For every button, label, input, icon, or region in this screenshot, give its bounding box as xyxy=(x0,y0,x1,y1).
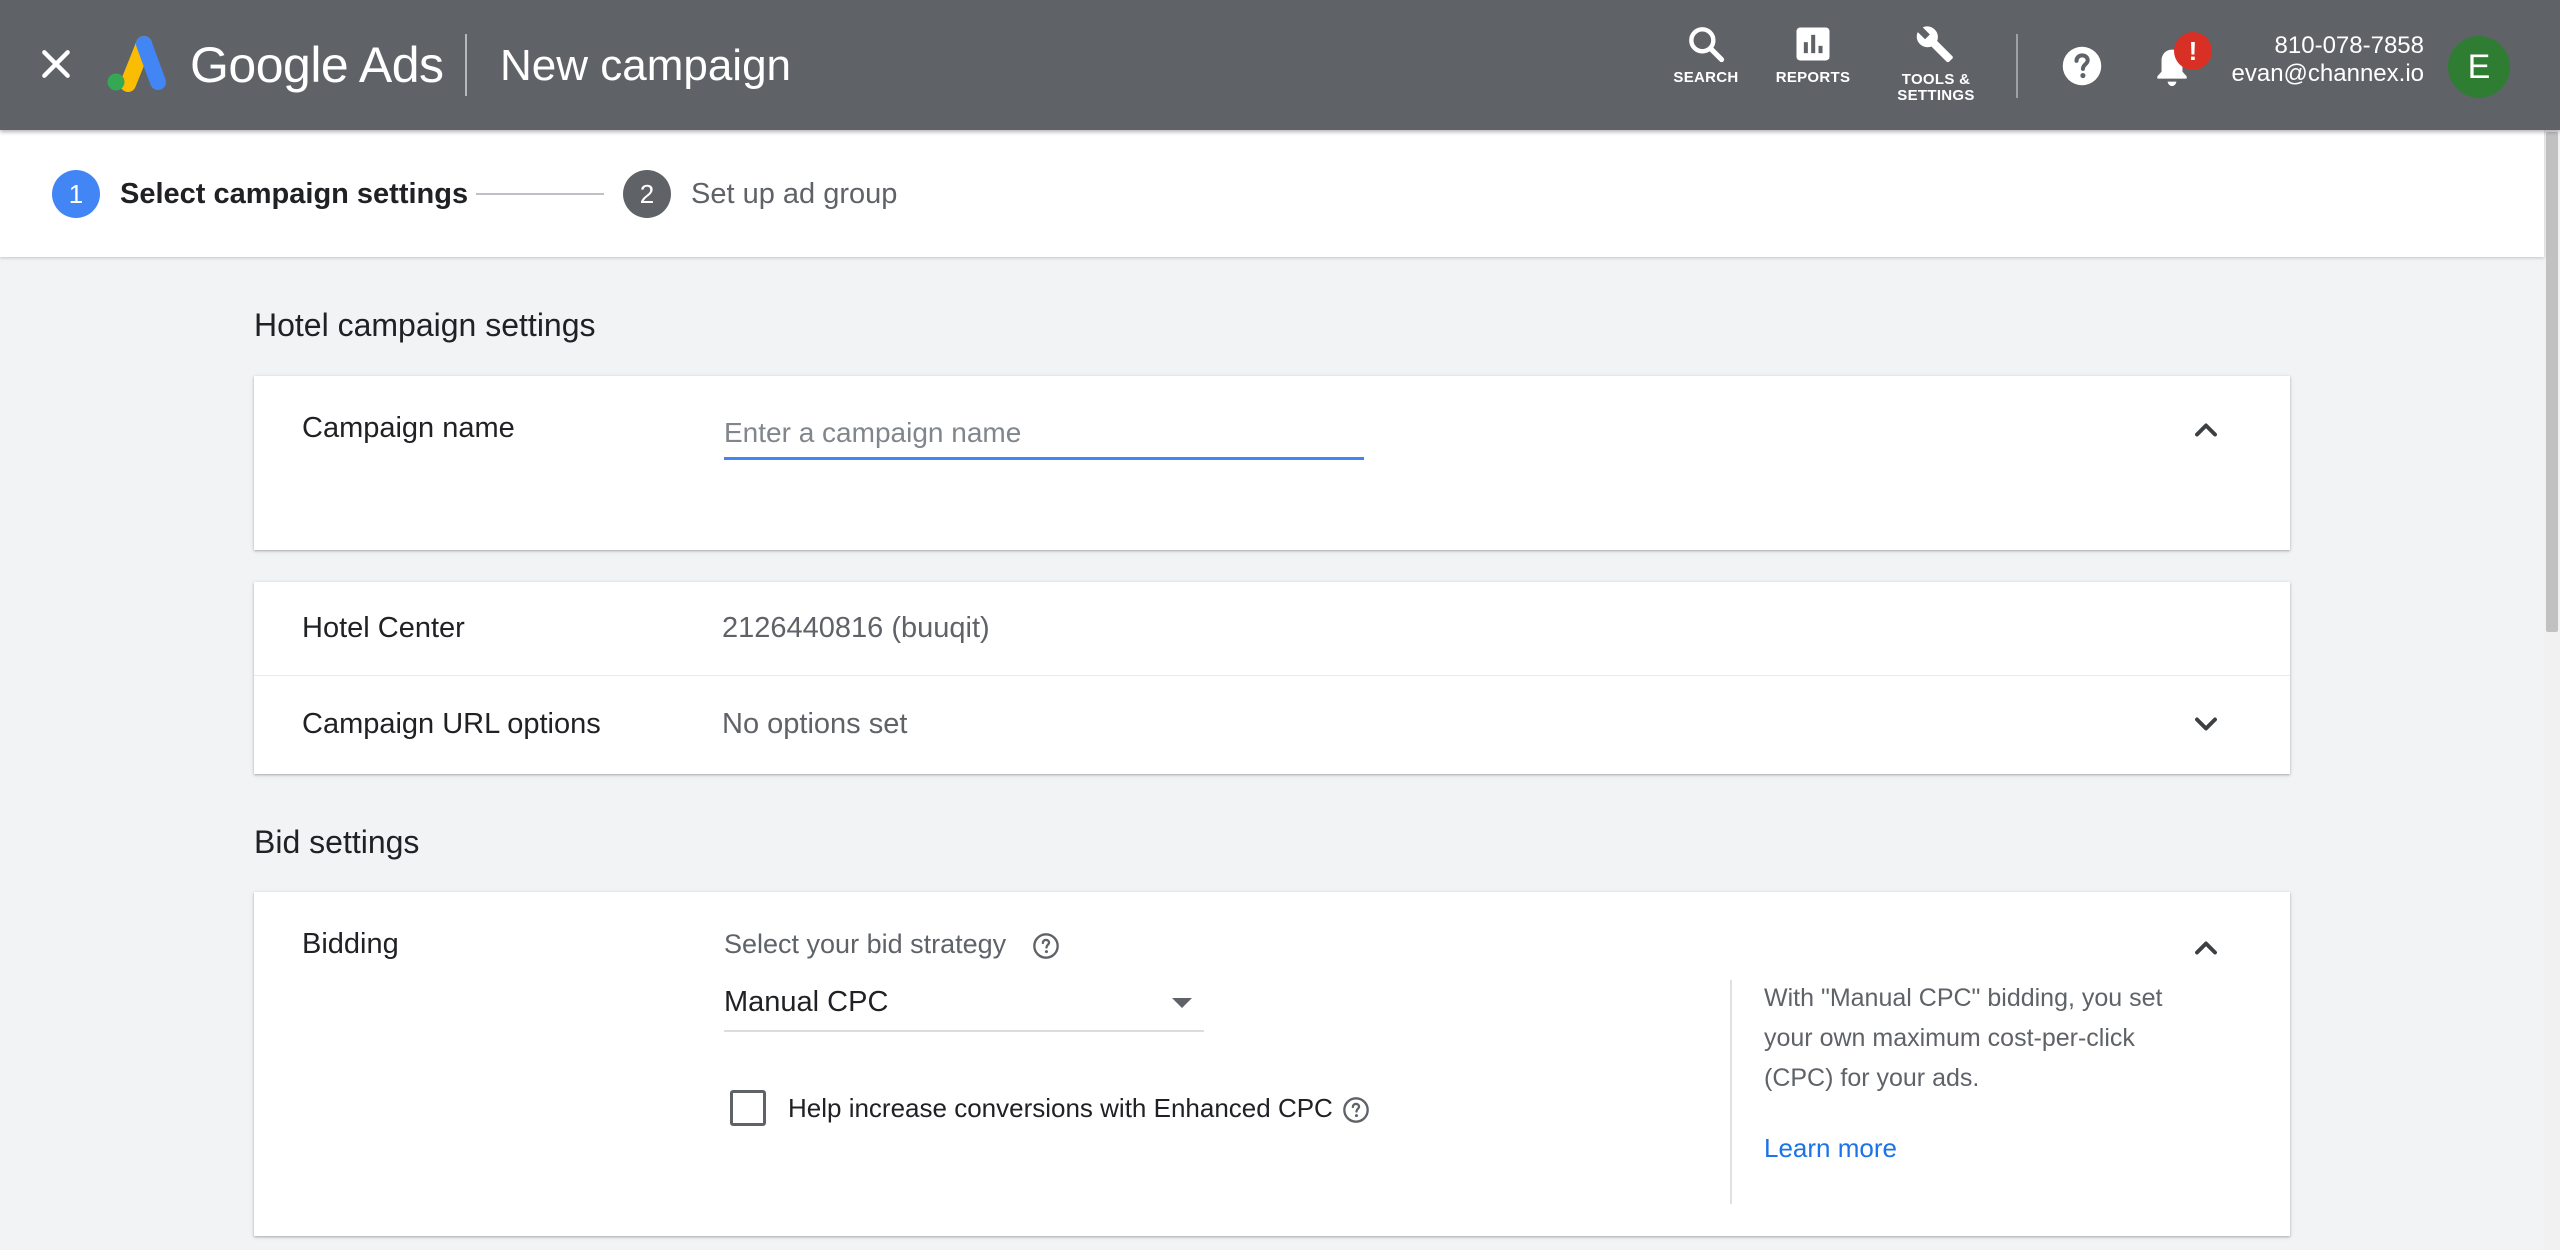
account-phone: 810-078-7858 xyxy=(2274,32,2424,59)
chevron-down-icon[interactable] xyxy=(2188,706,2224,742)
account-info[interactable]: 810-078-7858 evan@channex.io xyxy=(2200,32,2425,88)
campaign-name-label: Campaign name xyxy=(302,412,515,444)
hotel-center-value: 2126440816 (buuqit) xyxy=(722,612,990,644)
avatar[interactable]: E xyxy=(2448,36,2510,98)
brand-name: Google Ads xyxy=(190,37,444,93)
info-divider xyxy=(1730,980,1732,1204)
url-options-label[interactable]: Campaign URL options xyxy=(302,706,601,742)
campaign-name-card: Campaign name xyxy=(254,376,2290,550)
learn-more-link[interactable]: Learn more xyxy=(1764,1130,1897,1166)
bar-chart-icon xyxy=(1796,27,1830,61)
reports-button[interactable]: REPORTS xyxy=(1770,22,1856,86)
scrollbar-thumb[interactable] xyxy=(2546,132,2558,632)
chevron-up-icon[interactable] xyxy=(2188,412,2224,448)
help-circle-icon[interactable] xyxy=(1032,932,1060,960)
help-icon[interactable] xyxy=(2060,44,2104,88)
search-button[interactable]: SEARCH xyxy=(1668,22,1744,86)
tools-label-line1: TOOLS & xyxy=(1901,71,1971,88)
close-icon[interactable] xyxy=(36,44,76,84)
search-icon xyxy=(1689,27,1725,63)
step-2-label[interactable]: Set up ad group xyxy=(691,175,897,213)
wrench-icon xyxy=(1916,26,1953,63)
step-connector xyxy=(476,193,604,195)
dropdown-arrow-icon xyxy=(1172,998,1192,1008)
bid-strategy-info: With "Manual CPC" bidding, you set your … xyxy=(1764,984,2163,1092)
hotel-settings-heading: Hotel campaign settings xyxy=(254,307,596,343)
title-divider xyxy=(465,34,467,96)
enhanced-cpc-label[interactable]: Help increase conversions with Enhanced … xyxy=(788,1090,1333,1126)
search-label: SEARCH xyxy=(1673,69,1739,86)
chevron-up-icon[interactable] xyxy=(2188,930,2224,966)
enhanced-cpc-checkbox[interactable] xyxy=(730,1090,766,1126)
bidding-label: Bidding xyxy=(302,928,399,960)
help-circle-icon[interactable] xyxy=(1342,1096,1370,1124)
bid-settings-heading: Bid settings xyxy=(254,824,420,860)
hotel-options-card: Hotel Center 2126440816 (buuqit) Campaig… xyxy=(254,582,2290,774)
campaign-name-input[interactable] xyxy=(724,408,1364,460)
hotel-center-label: Hotel Center xyxy=(302,612,465,644)
google-ads-logo-icon xyxy=(107,36,166,92)
step-1-label[interactable]: Select campaign settings xyxy=(120,175,468,213)
reports-label: REPORTS xyxy=(1775,69,1851,86)
bidding-card: Bidding Select your bid strategy Manual … xyxy=(254,892,2290,1236)
step-2-number: 2 xyxy=(623,170,671,218)
row-divider xyxy=(254,675,2290,676)
toolbar-divider xyxy=(2016,34,2018,98)
step-1-number: 1 xyxy=(52,170,100,218)
account-email: evan@channex.io xyxy=(2231,60,2425,87)
top-bar: Google Ads New campaign SEARCH REPORTS T… xyxy=(0,0,2560,130)
page-title: New campaign xyxy=(500,41,792,90)
campaign-stepper: 1 Select campaign settings 2 Set up ad g… xyxy=(0,130,2544,257)
tools-label-line2: SETTINGS xyxy=(1897,87,1975,104)
tools-settings-button[interactable]: TOOLS & SETTINGS xyxy=(1888,22,1984,104)
bid-strategy-prompt: Select your bid strategy xyxy=(724,929,1007,959)
bid-strategy-dropdown[interactable]: Manual CPC xyxy=(724,978,1204,1032)
bid-strategy-value: Manual CPC xyxy=(724,986,889,1018)
url-options-value[interactable]: No options set xyxy=(722,706,907,742)
